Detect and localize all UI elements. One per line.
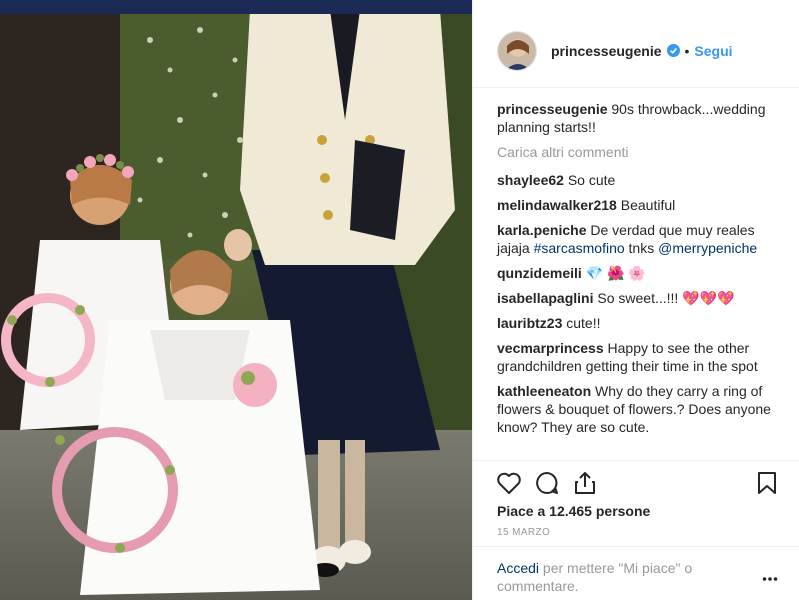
comment-username[interactable]: vecmarprincess [497, 340, 604, 356]
comment-text: So sweet...!!! 💖💖💖 [597, 290, 735, 306]
header-username[interactable]: princesseugenie [551, 43, 662, 59]
comment-text: So cute [567, 172, 616, 188]
comment-icon[interactable] [533, 469, 561, 497]
comment-item: kathleeneaton Why do they carry a ring o… [497, 382, 784, 436]
post-date[interactable]: 15 marzo [497, 527, 550, 538]
comment-item: karla.peniche De verdad que muy reales j… [497, 221, 784, 257]
comment-text: tnks [624, 240, 659, 256]
follow-button[interactable]: Segui [694, 43, 732, 59]
load-more-comments-button[interactable]: Carica altri commenti [497, 143, 784, 161]
comment-items: shaylee62 So cute melindawalker218 Beauti… [497, 171, 784, 436]
comment-text: 💎 🌺 🌸 [585, 265, 646, 281]
instagram-post: princesseugenie • Segui princesseugenie … [0, 0, 799, 600]
more-options-icon[interactable] [762, 569, 778, 581]
heart-icon[interactable] [495, 469, 523, 497]
comment-username[interactable]: lauribtz23 [497, 315, 562, 331]
comment-tag-link[interactable]: #sarcasmofino [534, 240, 625, 256]
comment-username[interactable]: kathleeneaton [497, 383, 591, 399]
comment-username[interactable]: qunzidemeili [497, 265, 582, 281]
action-bar [473, 460, 799, 504]
comment-username[interactable]: isabellapaglini [497, 290, 593, 306]
photo-illustration [0, 0, 472, 600]
comment-tag-link[interactable]: @merrypeniche [658, 240, 757, 256]
login-prompt: Accedi per mettere "Mi piace" o commenta… [473, 546, 799, 600]
bookmark-icon[interactable] [753, 469, 781, 497]
comment-item: isabellapaglini So sweet...!!! 💖💖💖 [497, 289, 784, 307]
comment-item: qunzidemeili 💎 🌺 🌸 [497, 264, 784, 282]
login-prompt-text: Accedi per mettere "Mi piace" o commenta… [497, 559, 760, 595]
comment-item: shaylee62 So cute [497, 171, 784, 189]
comment-item: vecmarprincess Happy to see the other gr… [497, 339, 784, 375]
avatar-image [498, 31, 536, 70]
verified-badge-icon [666, 44, 680, 57]
comments-list[interactable]: princesseugenie 90s throwback...wedding … [473, 88, 799, 460]
login-link[interactable]: Accedi [497, 560, 539, 576]
likes-count[interactable]: Piace a 12.465 persone [497, 503, 650, 519]
avatar[interactable] [497, 30, 537, 71]
comment-item: lauribtz23 cute!! [497, 314, 784, 332]
photo-top-strip [0, 0, 472, 14]
caption-username[interactable]: princesseugenie [497, 101, 608, 117]
comment-text: Beautiful [620, 197, 676, 213]
comment-username[interactable]: karla.peniche [497, 222, 587, 238]
comment-item: melindawalker218 Beautiful [497, 196, 784, 214]
comment-username[interactable]: shaylee62 [497, 172, 564, 188]
post-side-panel: princesseugenie • Segui princesseugenie … [472, 0, 799, 600]
share-icon[interactable] [571, 469, 599, 497]
header-separator: • [684, 42, 690, 59]
comment-text: cute!! [566, 315, 601, 331]
caption: princesseugenie 90s throwback...wedding … [497, 100, 784, 136]
post-header: princesseugenie • Segui [473, 14, 799, 88]
post-photo[interactable] [0, 0, 472, 600]
comment-username[interactable]: melindawalker218 [497, 197, 617, 213]
